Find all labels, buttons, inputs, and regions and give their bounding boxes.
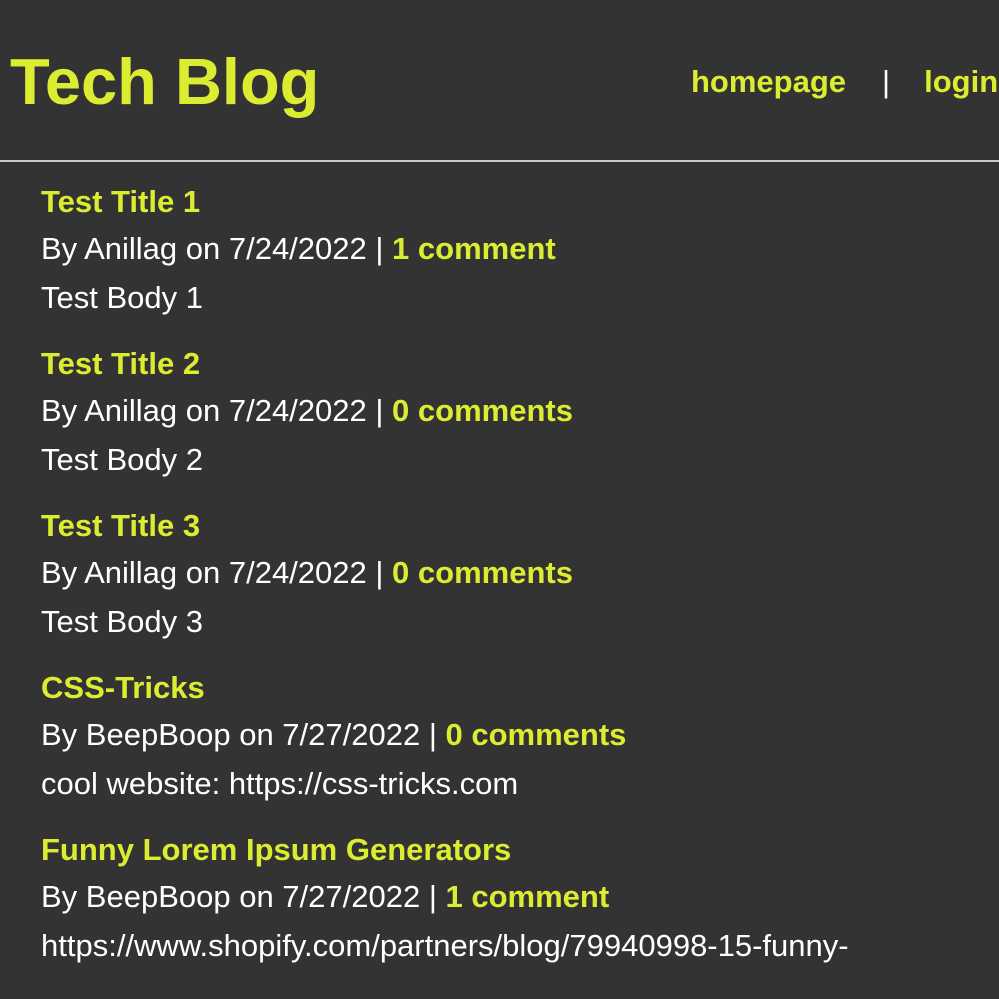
post-comments-link[interactable]: 0 comments <box>445 717 626 752</box>
post-body: https://www.shopify.com/partners/blog/79… <box>41 928 849 963</box>
post-comments-link[interactable]: 1 comment <box>445 879 609 914</box>
post-meta: By Anillag on 7/24/2022 | 0 comments <box>41 386 999 435</box>
post-item: Test Title 3 By Anillag on 7/24/2022 | 0… <box>41 504 999 646</box>
site-header: Tech Blog homepage | login <box>0 0 999 162</box>
post-byline: By BeepBoop on 7/27/2022 | <box>41 717 446 752</box>
post-byline: By Anillag on 7/24/2022 | <box>41 231 393 266</box>
post-byline: By Anillag on 7/24/2022 | <box>41 393 393 428</box>
post-byline: By BeepBoop on 7/27/2022 | <box>41 879 446 914</box>
post-item: Test Title 2 By Anillag on 7/24/2022 | 0… <box>41 342 999 484</box>
post-body: cool website: https://css-tricks.com <box>41 766 519 801</box>
post-meta: By Anillag on 7/24/2022 | 0 comments <box>41 548 999 597</box>
post-body: Test Body 1 <box>41 280 203 315</box>
post-meta: By Anillag on 7/24/2022 | 1 comment <box>41 224 999 273</box>
post-title-link[interactable]: Test Title 2 <box>41 342 999 386</box>
main-nav: homepage | login <box>691 64 998 100</box>
post-item: Test Title 1 By Anillag on 7/24/2022 | 1… <box>41 180 999 322</box>
nav-login-link[interactable]: login <box>924 64 998 99</box>
post-comments-link[interactable]: 0 comments <box>392 393 573 428</box>
post-body: Test Body 2 <box>41 442 203 477</box>
nav-homepage-link[interactable]: homepage <box>691 64 846 99</box>
post-byline: By Anillag on 7/24/2022 | <box>41 555 393 590</box>
site-title[interactable]: Tech Blog <box>10 44 319 120</box>
nav-separator: | <box>882 64 891 99</box>
post-item: CSS-Tricks By BeepBoop on 7/27/2022 | 0 … <box>41 666 999 808</box>
post-meta: By BeepBoop on 7/27/2022 | 0 comments <box>41 710 999 759</box>
post-meta: By BeepBoop on 7/27/2022 | 1 comment <box>41 872 999 921</box>
post-title-link[interactable]: Test Title 1 <box>41 180 999 224</box>
post-list: Test Title 1 By Anillag on 7/24/2022 | 1… <box>0 162 999 970</box>
post-title-link[interactable]: CSS-Tricks <box>41 666 999 710</box>
post-title-link[interactable]: Test Title 3 <box>41 504 999 548</box>
post-comments-link[interactable]: 0 comments <box>392 555 573 590</box>
post-comments-link[interactable]: 1 comment <box>392 231 556 266</box>
post-body: Test Body 3 <box>41 604 203 639</box>
post-title-link[interactable]: Funny Lorem Ipsum Generators <box>41 828 999 872</box>
post-item: Funny Lorem Ipsum Generators By BeepBoop… <box>41 828 999 970</box>
